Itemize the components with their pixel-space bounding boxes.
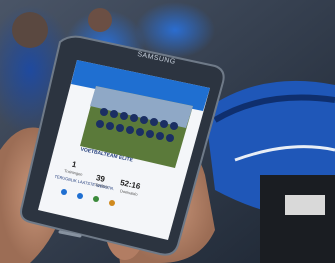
background-photo (0, 0, 335, 263)
photo-scene: SAMSUNG VOETBALTEAM ELITE 1 Trainingen 3… (0, 0, 335, 263)
